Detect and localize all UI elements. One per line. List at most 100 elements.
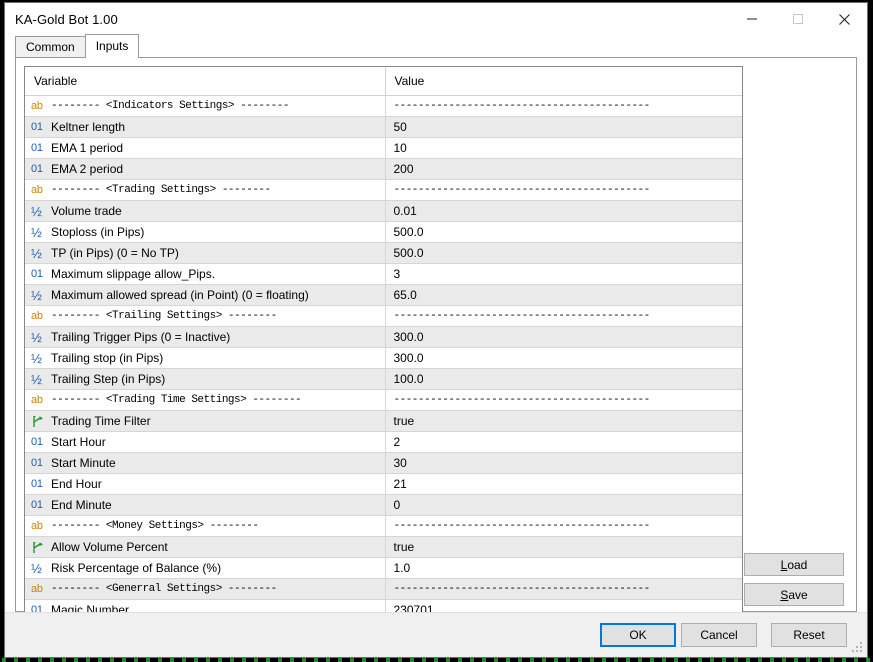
variable-cell[interactable]: ½Trailing stop (in Pips) [25,348,385,369]
resize-grip[interactable] [852,642,864,654]
variable-cell-content: ab-------- <Trading Settings> -------- [25,180,385,200]
variable-value: ----------------------------------------… [386,579,743,599]
variable-cell[interactable]: ½TP (in Pips) (0 = No TP) [25,243,385,264]
variable-cell[interactable]: ab-------- <Money Settings> -------- [25,516,385,537]
variable-cell[interactable]: 01Keltner length [25,117,385,138]
save-button[interactable]: Save [744,583,844,606]
table-row[interactable]: ½Stoploss (in Pips)500.0 [25,222,742,243]
reset-button[interactable]: Reset [771,623,847,647]
value-cell[interactable]: true [385,537,742,558]
value-cell[interactable]: 200 [385,159,742,180]
column-header-variable[interactable]: Variable [25,67,385,96]
value-cell[interactable]: 500.0 [385,243,742,264]
table-row[interactable]: 01End Hour21 [25,474,742,495]
table-row[interactable]: 01Keltner length50 [25,117,742,138]
load-button[interactable]: Load [744,553,844,576]
value-cell[interactable]: 0.01 [385,201,742,222]
column-header-value[interactable]: Value [385,67,742,96]
value-cell[interactable]: 300.0 [385,348,742,369]
table-row[interactable]: 01Start Minute30 [25,453,742,474]
table-row[interactable]: ab-------- <Indicators Settings> -------… [25,96,742,117]
table-row[interactable]: ½Volume trade0.01 [25,201,742,222]
value-cell[interactable]: ----------------------------------------… [385,579,742,600]
ok-button[interactable]: OK [600,623,676,647]
table-row[interactable]: ½Maximum allowed spread (in Point) (0 = … [25,285,742,306]
variable-cell[interactable]: ½Trailing Step (in Pips) [25,369,385,390]
variable-cell[interactable]: ½Stoploss (in Pips) [25,222,385,243]
table-row[interactable]: ½Risk Percentage of Balance (%)1.0 [25,558,742,579]
value-cell[interactable]: 3 [385,264,742,285]
value-cell[interactable]: ----------------------------------------… [385,390,742,411]
variable-cell[interactable]: Trading Time Filter [25,411,385,432]
table-row[interactable]: Allow Volume Percenttrue [25,537,742,558]
table-row[interactable]: ab-------- <Generral Settings> ---------… [25,579,742,600]
table-row[interactable]: ½Trailing Trigger Pips (0 = Inactive)300… [25,327,742,348]
variable-cell[interactable]: 01End Hour [25,474,385,495]
maximize-icon [792,13,804,25]
value-cell[interactable]: ----------------------------------------… [385,516,742,537]
table-row[interactable]: 01EMA 2 period200 [25,159,742,180]
table-row[interactable]: 01Maximum slippage allow_Pips.3 [25,264,742,285]
variable-cell[interactable]: 01Start Minute [25,453,385,474]
value-cell[interactable]: 50 [385,117,742,138]
variable-name: Keltner length [46,117,125,137]
variable-value: 100.0 [386,369,743,389]
minimize-button[interactable] [729,3,775,35]
value-cell[interactable]: true [385,411,742,432]
variable-cell[interactable]: Allow Volume Percent [25,537,385,558]
value-cell[interactable]: ----------------------------------------… [385,180,742,201]
value-cell[interactable]: 30 [385,453,742,474]
value-cell[interactable]: 2 [385,432,742,453]
variable-name: Maximum allowed spread (in Point) (0 = f… [46,285,309,305]
value-cell[interactable]: ----------------------------------------… [385,306,742,327]
table-row[interactable]: ab-------- <Trailing Settings> ---------… [25,306,742,327]
table-row[interactable]: ½Trailing stop (in Pips)300.0 [25,348,742,369]
close-button[interactable] [821,3,867,35]
variable-cell[interactable]: 01EMA 1 period [25,138,385,159]
table-row[interactable]: ab-------- <Trading Time Settings> -----… [25,390,742,411]
value-cell[interactable]: 65.0 [385,285,742,306]
tab-common[interactable]: Common [15,36,86,57]
value-cell[interactable]: 0 [385,495,742,516]
table-row[interactable]: 01End Minute0 [25,495,742,516]
table-row[interactable]: ab-------- <Money Settings> ------------… [25,516,742,537]
variable-cell-content: 01Start Minute [25,453,385,473]
table-row[interactable]: ab-------- <Trading Settings> ----------… [25,180,742,201]
table-row[interactable]: ½Trailing Step (in Pips)100.0 [25,369,742,390]
table-row[interactable]: Trading Time Filtertrue [25,411,742,432]
value-cell[interactable]: 100.0 [385,369,742,390]
value-cell[interactable]: 10 [385,138,742,159]
variable-cell[interactable]: ½Trailing Trigger Pips (0 = Inactive) [25,327,385,348]
type-string-icon: ab [31,183,46,198]
value-cell[interactable]: 300.0 [385,327,742,348]
inputs-tab-panel: Variable Value ab-------- <Indicators Se… [15,57,857,612]
variable-cell[interactable]: ab-------- <Indicators Settings> -------… [25,96,385,117]
variable-cell[interactable]: ½Volume trade [25,201,385,222]
variable-cell[interactable]: 01Start Hour [25,432,385,453]
variable-name: -------- <Money Settings> -------- [46,516,258,536]
variable-cell[interactable]: 01Maximum slippage allow_Pips. [25,264,385,285]
variable-cell[interactable]: 01End Minute [25,495,385,516]
value-cell[interactable]: 1.0 [385,558,742,579]
cancel-button[interactable]: Cancel [681,623,757,647]
variable-cell[interactable]: ½Maximum allowed spread (in Point) (0 = … [25,285,385,306]
value-cell[interactable]: ----------------------------------------… [385,96,742,117]
variable-cell[interactable]: 01EMA 2 period [25,159,385,180]
variable-name: Volume trade [46,201,122,221]
maximize-button[interactable] [775,3,821,35]
inputs-grid[interactable]: Variable Value ab-------- <Indicators Se… [24,66,743,614]
table-row[interactable]: 01Start Hour2 [25,432,742,453]
variable-cell[interactable]: ½Risk Percentage of Balance (%) [25,558,385,579]
tab-inputs[interactable]: Inputs [85,34,140,58]
variable-cell[interactable]: ab-------- <Trailing Settings> -------- [25,306,385,327]
variable-cell-content: ½Trailing Step (in Pips) [25,369,385,389]
variable-cell[interactable]: ab-------- <Generral Settings> -------- [25,579,385,600]
save-rest: ave [788,588,807,602]
value-cell[interactable]: 21 [385,474,742,495]
value-cell[interactable]: 500.0 [385,222,742,243]
variable-cell[interactable]: ab-------- <Trading Time Settings> -----… [25,390,385,411]
table-row[interactable]: 01EMA 1 period10 [25,138,742,159]
table-row[interactable]: ½TP (in Pips) (0 = No TP)500.0 [25,243,742,264]
variable-name: -------- <Trading Settings> -------- [46,180,271,200]
variable-cell[interactable]: ab-------- <Trading Settings> -------- [25,180,385,201]
